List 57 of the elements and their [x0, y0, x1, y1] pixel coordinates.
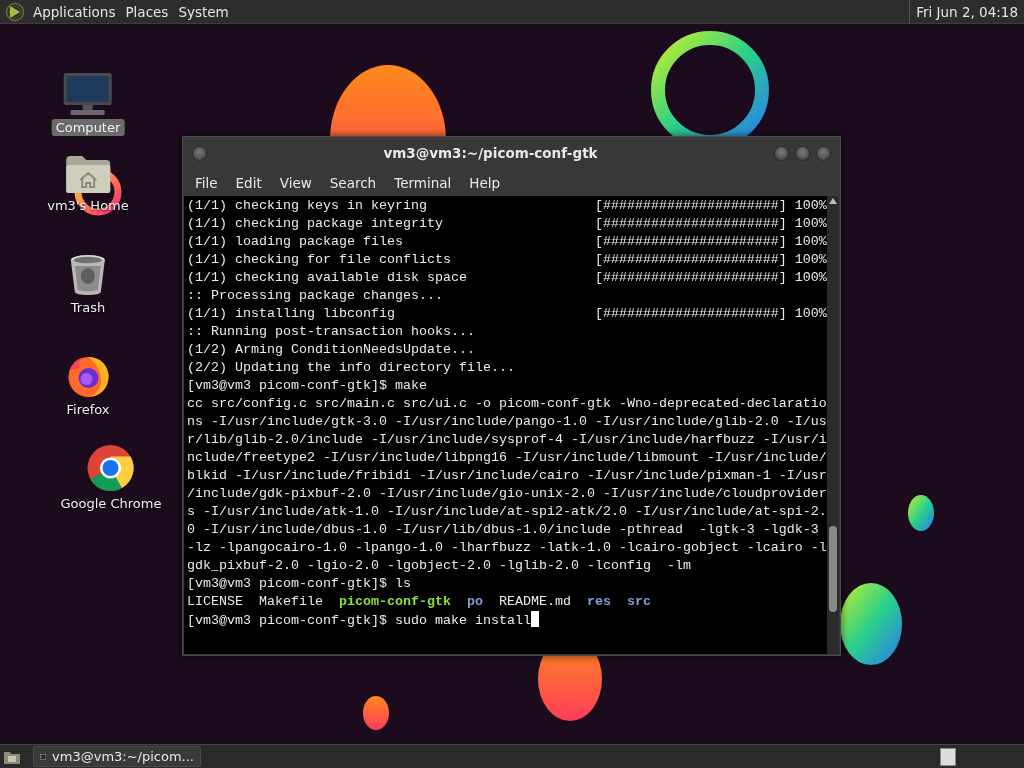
terminal-line: /include/gdk-pixbuf-2.0 -I/usr/include/gio-unix-2.0 -I/usr/include/cloudprovider [187, 486, 827, 501]
taskbar-task[interactable]: vm3@vm3:~/picom... [33, 746, 201, 767]
computer-icon [63, 72, 113, 116]
scroll-up-icon[interactable] [829, 198, 837, 204]
menu-item[interactable]: View [270, 174, 321, 191]
terminal-line: [vm3@vm3 picom-conf-gtk]$ ls [187, 576, 411, 591]
menu-item[interactable]: Help [460, 174, 510, 191]
window-title: vm3@vm3:~/picom-conf-gtk [382, 145, 599, 161]
terminal-line: :: Running post-transaction hooks... [187, 324, 475, 339]
terminal-line: r/lib/glib-2.0/include -I/usr/include/sysprof-4 -I/usr/include/harfbuzz -I/usr/i [187, 432, 827, 447]
terminal-line: (1/1) checking package integrity [######################] 100% [187, 216, 827, 231]
file-name: picom-conf-gtk [339, 594, 451, 609]
menu-item[interactable]: Edit [226, 174, 271, 191]
menu-item[interactable]: Search [320, 174, 386, 191]
terminal-line: -lz -lpangocairo-1.0 -lpango-1.0 -lharfbuzz -latk-1.0 -lcairo-gobject -lcairo -l [187, 540, 827, 555]
terminal-line: (1/1) checking available disk space [######################] 100% [187, 270, 827, 285]
terminal-line: gdk_pixbuf-2.0 -lgio-2.0 -lgobject-2.0 -lglib-2.0 -lconfig -lm [187, 558, 691, 573]
file-name: README.md [499, 594, 571, 609]
ring-logo-icon [87, 444, 135, 492]
directory-name: po [467, 594, 483, 609]
terminal-line: (2/2) Updating the info directory file... [187, 360, 515, 375]
terminal-line: s -I/usr/include/atk-1.0 -I/usr/include/at-spi2-atk/2.0 -I/usr/include/at-spi-2. [187, 504, 827, 519]
workspace-switcher[interactable] [940, 747, 956, 766]
directory-name: res [586, 594, 611, 609]
terminal-line: cc src/config.c src/main.c src/ui.c -o picom-conf-gtk -Wno-deprecated-declaratio [187, 396, 827, 411]
menu-item[interactable]: File [186, 174, 227, 191]
terminal-line: (1/1) checking keys in keyring [######################] 100% [187, 198, 827, 213]
panel-menu[interactable]: Applications [28, 3, 121, 20]
terminal-line: (1/1) loading package files [######################] 100% [187, 234, 827, 249]
menu-item[interactable]: Terminal [385, 174, 461, 191]
maximize-button[interactable] [795, 145, 810, 161]
terminal-line: (1/1) checking for file conflicts [######################] 100% [187, 252, 827, 267]
panel-logo-icon[interactable] [5, 1, 25, 22]
panel-menu[interactable]: Places [120, 3, 174, 20]
close-button[interactable] [816, 145, 831, 161]
panel-clock[interactable]: Fri Jun 2, 04:18 [909, 0, 1024, 23]
panel-menu[interactable]: System [173, 3, 234, 20]
file-name: Makefile [259, 594, 323, 609]
terminal-line: ns -I/usr/include/gtk-3.0 -I/usr/include/pango-1.0 -I/usr/include/glib-2.0 -I/us [187, 414, 827, 429]
terminal-line: nclude/freetype2 -I/usr/include/libpng16 -I/usr/include/libmount -I/usr/include/ [187, 450, 827, 465]
terminal-line: (1/1) installing libconfig [######################] 100% [187, 306, 827, 321]
scrollbar-thumb[interactable] [829, 526, 837, 612]
desktop-icon[interactable]: Trash [62, 252, 114, 318]
desktop-icon[interactable]: Google Chrome [52, 442, 170, 514]
terminal-line: [vm3@vm3 picom-conf-gtk]$ make [187, 378, 427, 393]
minimize-button[interactable] [774, 145, 789, 161]
terminal-line: (1/2) Arming ConditionNeedsUpdate... [187, 342, 475, 357]
file-name: LICENSE [187, 594, 243, 609]
terminal-line: blkid -I/usr/include/fribidi -I/usr/include/cairo -I/usr/include/pixman-1 -I/usr [187, 468, 827, 483]
terminal-line: 0 -I/usr/include/dbus-1.0 -I/usr/lib/dbus-1.0/include -pthread -lgtk-3 -lgdk-3 [187, 522, 819, 537]
terminal-line: [vm3@vm3 picom-conf-gtk]$ sudo make install [187, 613, 531, 628]
directory-name: src [626, 594, 651, 609]
trash-icon [69, 254, 107, 296]
home-folder-icon [65, 154, 111, 194]
desktop-icon[interactable]: Firefox [58, 350, 118, 420]
terminal-line: :: Processing package changes... [187, 288, 443, 303]
window-menu-button[interactable] [192, 145, 207, 161]
